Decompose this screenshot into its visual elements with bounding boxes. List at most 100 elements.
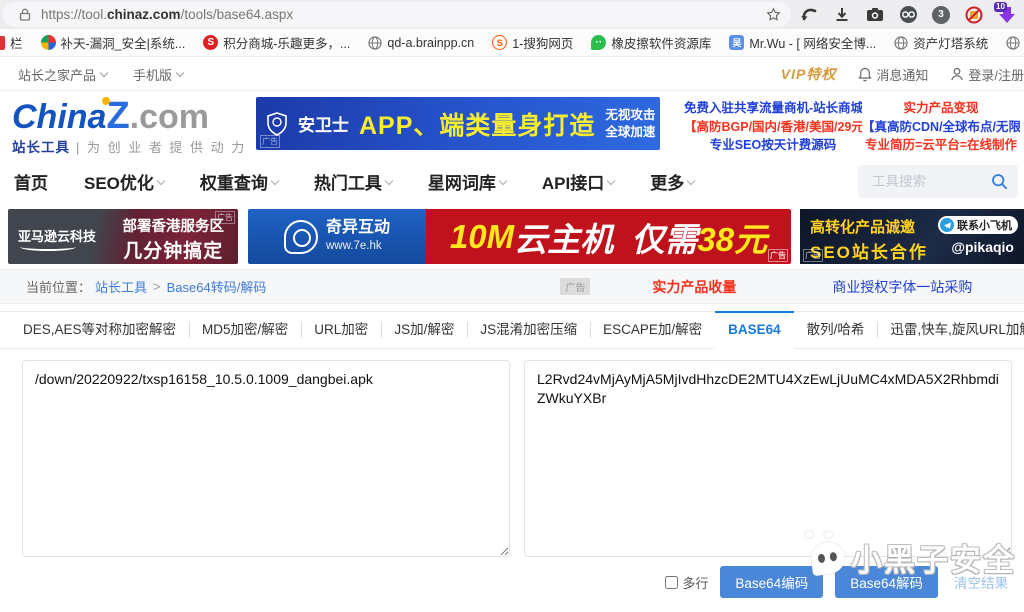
amazon-banner-ad[interactable]: 亚马逊云科技 部署香港服务区几分钟搞定 广告 [8, 209, 238, 264]
nav-item-hot-tools[interactable]: 热门工具 [314, 169, 392, 194]
promo-link-blue[interactable]: 商业授权字体一站采购 [832, 277, 972, 297]
login-link[interactable]: 登录/注册 [950, 65, 1024, 84]
base64-output-textarea[interactable]: L2Rvd24vMjAyMjA5MjIvdHhzcDE2MTU4XzEwLjUu… [524, 360, 1012, 557]
nav-item-wordlib[interactable]: 星网词库 [428, 169, 506, 194]
site-header: ChinaZ.com 站长工具| 为 创 业 者 提 供 动 力 安卫士 APP… [0, 91, 1024, 158]
tab-js-encode[interactable]: JS加/解密 [381, 312, 467, 348]
main-nav: 首页 SEO优化 权重查询 热门工具 星网词库 API接口 更多 [0, 158, 1024, 205]
bookmark-item[interactable]: Windows补丁下载 [1006, 33, 1024, 52]
banner-headline: APP、端类量身打造 [359, 106, 595, 142]
ad-label: 广告 [803, 249, 823, 262]
adblock-extension-icon[interactable] [963, 4, 985, 26]
person-icon [950, 67, 964, 81]
base64-input-textarea[interactable]: /down/20220922/txsp16158_10.5.0.1009_dan… [22, 360, 510, 557]
bookmark-item[interactable]: S积分商城-乐趣更多，... [203, 33, 350, 52]
cloud-host-banner-ad[interactable]: 奇异互动www.7e.hk 10M云主机 仅需38元 广告 [248, 209, 791, 264]
bookmark-item[interactable]: 吴Mr.Wu - [ 网络安全博... [729, 33, 876, 52]
ad-label: 广告 [768, 249, 788, 262]
tab-url-encode[interactable]: URL加密 [301, 312, 381, 348]
camera-extension-icon[interactable] [864, 4, 886, 26]
promo-link-red[interactable]: 实力产品收量 [652, 277, 736, 297]
bell-icon [858, 67, 872, 82]
download-count-badge: 10 [994, 2, 1007, 12]
multiline-checkbox-label[interactable]: 多行 [665, 573, 708, 592]
bookmark-item[interactable]: S1-搜狗网页 [492, 33, 573, 52]
url-field[interactable]: https://tool.chinaz.com/tools/base64.asp… [3, 2, 791, 27]
chevron-down-icon [385, 176, 393, 184]
globe-icon [894, 36, 908, 50]
notifications-link[interactable]: 消息通知 [858, 65, 928, 84]
tab-js-obfuscate[interactable]: JS混淆加密压缩 [467, 312, 590, 348]
ad-label: 广告 [560, 278, 590, 295]
breadcrumb-link-tools[interactable]: 站长工具 [95, 277, 147, 296]
text-ad-link[interactable]: 实力产品变现 [862, 99, 1020, 118]
ad-banner-row: 亚马逊云科技 部署香港服务区几分钟搞定 广告 奇异互动www.7e.hk 10M… [0, 209, 1024, 264]
chevron-down-icon [176, 69, 184, 77]
bookmark-item[interactable]: ··橡皮擦软件资源库 [591, 33, 711, 52]
text-ad-link[interactable]: 【真高防CDN/全球布点/无限防护】 [862, 118, 1020, 137]
seo-partner-banner-ad[interactable]: 高转化产品诚邀 SEO站长合作 联系小飞机 @pikaqio 广告 [800, 209, 1024, 264]
chevron-down-icon [687, 176, 695, 184]
breadcrumb-link-current[interactable]: Base64转码/解码 [167, 277, 267, 296]
sogou-icon: S [492, 35, 507, 50]
vip-link[interactable]: VIP特权 [781, 64, 837, 84]
browser-window: https://tool.chinaz.com/tools/base64.asp… [0, 0, 1024, 612]
download-extension-icon[interactable] [831, 4, 853, 26]
tool-tabs: DES,AES等对称加密解密 MD5加密/解密 URL加密 JS加/解密 JS混… [0, 311, 1024, 349]
nav-item-api[interactable]: API接口 [542, 169, 614, 194]
chinaz-logo[interactable]: ChinaZ.com 站长工具| 为 创 业 者 提 供 动 力 [12, 99, 246, 156]
amazon-smile-icon [20, 243, 76, 251]
nav-item-seo[interactable]: SEO优化 [84, 169, 164, 194]
qiyi-logo-icon [284, 220, 318, 254]
anweishi-banner-ad[interactable]: 安卫士 APP、端类量身打造 无视攻击全球加速 广告 [256, 97, 660, 150]
text-ad-link[interactable]: 专业SEO按天计费源码 [684, 136, 862, 155]
globe-icon [368, 36, 382, 50]
action-controls: 多行 Base64编码 Base64解码 清空结果 [665, 566, 1012, 598]
mobile-version-menu[interactable]: 手机版 [133, 65, 183, 84]
telegram-handle: @pikaqio [951, 239, 1014, 255]
tab-md5[interactable]: MD5加密/解密 [189, 312, 301, 348]
nav-item-more[interactable]: 更多 [650, 169, 694, 194]
breadcrumb-bar: 当前位置： 站长工具 > Base64转码/解码 广告 实力产品收量 商业授权字… [0, 269, 1024, 304]
lock-icon [19, 8, 31, 21]
base64-encode-button[interactable]: Base64编码 [720, 566, 823, 598]
tab-des-aes[interactable]: DES,AES等对称加密解密 [10, 312, 189, 348]
banner-headline: 10M云主机 仅需38元 广告 [426, 209, 791, 264]
tab-hash[interactable]: 散列/哈希 [794, 312, 878, 348]
text-ad-link[interactable]: 专业简历=云平台=在线制作 [862, 136, 1020, 155]
curved-arrow-extension-icon[interactable] [798, 4, 820, 26]
bookmark-item[interactable]: 补天-漏洞_安全|系统... [41, 33, 186, 52]
nav-item-weight[interactable]: 权重查询 [200, 169, 278, 194]
green-bubble-icon: ·· [591, 35, 606, 50]
shield-icon [266, 112, 288, 136]
text-ad-link[interactable]: 免费入驻共享流量商机-站长商城 [684, 99, 862, 118]
multiline-checkbox[interactable] [665, 576, 678, 589]
bookmark-star-icon[interactable] [766, 7, 781, 22]
tab-base64-active[interactable]: BASE64 [715, 311, 794, 349]
extension-icons: 3 10 [798, 0, 1018, 29]
url-text: https://tool.chinaz.com/tools/base64.asp… [41, 7, 766, 22]
tab-thunder-url[interactable]: 迅雷,快车,旋风URL加解密 [877, 312, 1024, 348]
address-bar: https://tool.chinaz.com/tools/base64.asp… [0, 0, 1024, 29]
bookmark-item[interactable]: 资产灯塔系统 [894, 33, 988, 52]
tool-search-box [858, 165, 1018, 198]
products-menu[interactable]: 站长之家产品 [18, 65, 107, 84]
tool-search-input[interactable] [872, 174, 982, 189]
text-ad-link[interactable]: 【高防BGP/国内/香港/美国/29元】 [684, 118, 862, 137]
clear-results-button[interactable]: 清空结果 [950, 566, 1012, 598]
bookmark-item[interactable]: qd-a.brainpp.cn [368, 36, 474, 50]
purple-download-extension-icon[interactable]: 10 [996, 4, 1018, 26]
counter-badge-extension-icon[interactable]: 3 [930, 4, 952, 26]
nav-item-home[interactable]: 首页 [14, 169, 48, 194]
base64-decode-button[interactable]: Base64解码 [835, 566, 938, 598]
globe-icon [1006, 36, 1020, 50]
panda-glasses-extension-icon[interactable] [897, 4, 919, 26]
chevron-down-icon [499, 176, 507, 184]
ad-label: 广告 [260, 135, 280, 148]
search-icon[interactable] [991, 173, 1008, 190]
telegram-contact-pill: 联系小飞机 [938, 216, 1018, 234]
tab-escape[interactable]: ESCAPE加/解密 [590, 312, 715, 348]
breadcrumb-prefix: 当前位置： [26, 277, 91, 296]
breadcrumb-separator: > [153, 279, 161, 294]
bookmark-item[interactable]: 栏 [2, 33, 23, 52]
